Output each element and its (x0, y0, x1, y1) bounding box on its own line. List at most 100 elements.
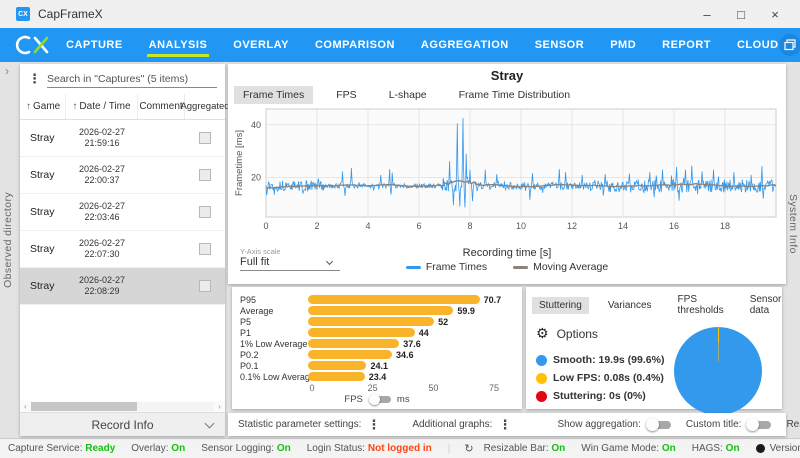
search-menu-kebab-icon[interactable]: ⋮ (28, 71, 47, 87)
resizable-bar-status: Resizable Bar: On (484, 443, 566, 454)
expand-directory-chevron[interactable]: › (5, 64, 9, 78)
low-fps-dot (536, 373, 547, 384)
fps-bar-chart-rows: P9570.7Average59.9P552P1441% Low Average… (240, 294, 514, 382)
column-header-game[interactable]: ↑ Game (20, 94, 66, 119)
statusbar: Capture Service: ReadyOverlay: OnSensor … (0, 438, 800, 458)
scrollbar-thumb[interactable] (31, 402, 137, 411)
close-button[interactable]: × (758, 1, 792, 27)
fps-ms-toggle[interactable] (369, 394, 391, 405)
captures-list-empty-area (20, 305, 225, 401)
content: › Observed directory System Info ⋮ ↑ Gam… (0, 62, 800, 438)
tab-variances[interactable]: Variances (601, 297, 659, 314)
captures-list: Stray2026-02-2721:59:16Stray2026-02-2722… (20, 120, 225, 305)
stutter-pie (674, 327, 762, 415)
capture-row[interactable]: Stray2026-02-2722:03:46 (20, 194, 225, 231)
titlebar: CX CapFrameX – □ × (0, 0, 800, 28)
chevron-down-icon (205, 419, 215, 429)
system-info-expander[interactable]: System Info (787, 194, 799, 254)
bar-row: P9570.7 (240, 294, 514, 305)
screenshot-icon (784, 39, 796, 51)
scroll-right-arrow[interactable]: › (214, 401, 225, 412)
legend-item-smooth: Smooth: 19.9s (99.6%) (536, 354, 674, 366)
stutter-legend: Smooth: 19.9s (99.6%) Low FPS: 0.08s (0.4… (536, 354, 674, 402)
chevron-down-icon (326, 258, 333, 265)
scroll-left-arrow[interactable]: ‹ (20, 401, 31, 412)
legend-moving-average: Moving Average (513, 261, 608, 273)
main-panel: Stray Frame Times FPS L-shape Frame Time Di… (228, 62, 786, 438)
bar-row: P144 (240, 327, 514, 338)
legend-item-low-fps: Low FPS: 0.08s (0.4%) (536, 372, 674, 384)
nav-item-aggregation[interactable]: AGGREGATION (421, 33, 509, 57)
login-status-status: Login Status: Not logged in (307, 443, 432, 454)
tab-l-shape[interactable]: L-shape (380, 86, 436, 104)
tab-fps[interactable]: FPS (327, 86, 365, 104)
nav-item-sensor[interactable]: SENSOR (535, 33, 584, 57)
fps-unit-label: FPS (344, 394, 362, 405)
nav-item-overlay[interactable]: OVERLAY (233, 33, 289, 57)
ms-unit-label: ms (397, 394, 410, 405)
aggregated-checkbox[interactable] (199, 206, 211, 218)
nav-item-comparison[interactable]: COMPARISON (315, 33, 395, 57)
minimize-button[interactable]: – (690, 1, 724, 27)
column-header-date-time[interactable]: ↑ Date / Time (66, 94, 138, 119)
nav-item-capture[interactable]: CAPTURE (66, 33, 123, 57)
tab-frame-times[interactable]: Frame Times (234, 86, 313, 104)
nav-right: CapFrameX.com ⚙ (779, 34, 800, 56)
observed-directory-expander[interactable]: Observed directory (2, 192, 14, 288)
statusbar-right: Version: 1.8.4 (756, 443, 800, 454)
unit-toggle-row: FPS ms (240, 394, 514, 405)
nav-item-pmd[interactable]: PMD (610, 33, 636, 57)
tab-stuttering[interactable]: Stuttering (532, 297, 589, 314)
yaxis-scale-label: Y-Axis scale (240, 247, 340, 256)
captures-panel: ⋮ ↑ Game ↑ Date / Time Comment Aggregate… (20, 64, 225, 436)
capture-row[interactable]: Stray2026-02-2722:00:37 (20, 157, 225, 194)
nav-item-analysis[interactable]: ANALYSIS (149, 33, 208, 57)
chart-bottom-bar: Recording time [s] Frame TimesMoving Ave… (228, 247, 786, 283)
statistic-settings-kebab-icon[interactable]: ⋮ (367, 417, 386, 433)
svg-text:40: 40 (251, 120, 261, 130)
yaxis-scale-dropdown[interactable]: Y-Axis scale Full fit (240, 247, 340, 271)
additional-graphs-kebab-icon[interactable]: ⋮ (498, 417, 517, 433)
screenshot-button[interactable] (779, 34, 800, 56)
stutter-body: ⚙ Options Smooth: 19.9s (99.6%) Low FPS: … (526, 319, 782, 415)
fps-bar-axis: 0255075 (312, 382, 494, 393)
scrollbar-track[interactable] (31, 402, 214, 411)
custom-title-toggle[interactable] (746, 418, 772, 431)
search-input[interactable] (47, 71, 217, 88)
toggle-controls: Show aggregation:Custom title:Remove out… (543, 418, 800, 431)
capture-row[interactable]: Stray2026-02-2721:59:16 (20, 120, 225, 157)
record-info-expander[interactable]: Record Info (20, 412, 225, 436)
show-aggregation-toggle[interactable] (646, 418, 672, 431)
svg-text:16: 16 (669, 221, 679, 231)
capture-row[interactable]: Stray2026-02-2722:08:29 (20, 268, 225, 305)
statusbar-left: Capture Service: ReadyOverlay: OnSensor … (8, 442, 756, 455)
fps-percentile-card: P9570.7Average59.9P552P1441% Low Average… (232, 287, 522, 409)
capture-row[interactable]: Stray2026-02-2722:07:30 (20, 231, 225, 268)
legend-frame-times: Frame Times (406, 261, 487, 273)
aggregated-checkbox[interactable] (199, 280, 211, 292)
aggregated-checkbox[interactable] (199, 243, 211, 255)
tab-frame-time-distribution[interactable]: Frame Time Distribution (450, 86, 579, 104)
nav-item-cloud[interactable]: CLOUD (737, 33, 779, 57)
nav-item-report[interactable]: REPORT (662, 33, 711, 57)
column-header-aggregated[interactable]: Aggregated (185, 94, 225, 119)
bar-row: Average59.9 (240, 305, 514, 316)
options-button[interactable]: ⚙ Options (536, 325, 674, 342)
bar-row: P552 (240, 316, 514, 327)
svg-text:14: 14 (618, 221, 628, 231)
aggregated-checkbox[interactable] (199, 132, 211, 144)
column-header-comment[interactable]: Comment (138, 94, 185, 119)
navbar: CAPTURE ANALYSIS OVERLAY COMPARISON AGGREGAT… (0, 28, 800, 62)
capture-service-status: Capture Service: Ready (8, 443, 115, 454)
captures-table-header: ↑ Game ↑ Date / Time Comment Aggregated (20, 94, 225, 120)
svg-text:0: 0 (263, 221, 268, 231)
page-title: Stray (228, 68, 786, 83)
gear-icon: ⚙ (536, 325, 549, 342)
yaxis-scale-value[interactable]: Full fit (240, 256, 340, 271)
show-aggregation-control: Show aggregation: (557, 418, 671, 431)
tab-sensor-data[interactable]: Sensor data (743, 291, 789, 319)
aggregated-checkbox[interactable] (199, 169, 211, 181)
tab-fps-thresholds[interactable]: FPS thresholds (671, 291, 731, 319)
maximize-button[interactable]: □ (724, 1, 758, 27)
capframex-logo-icon (14, 34, 52, 56)
